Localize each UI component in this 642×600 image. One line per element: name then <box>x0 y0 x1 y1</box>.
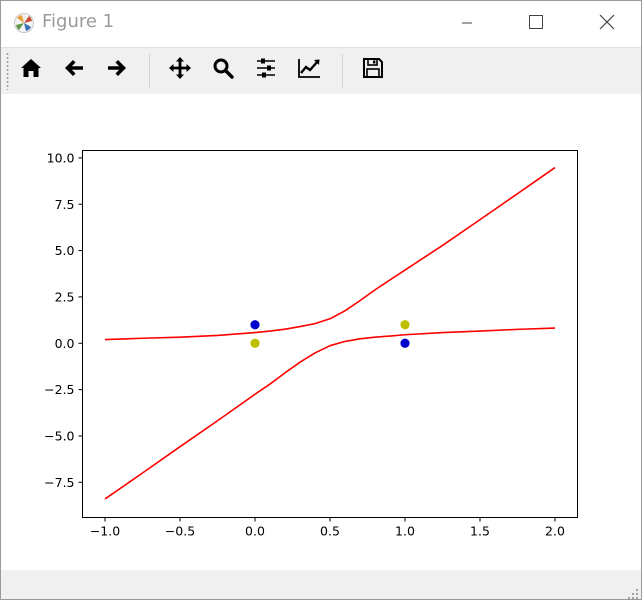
back-button[interactable] <box>59 55 89 85</box>
y-tick-label: 10.0 <box>47 150 75 165</box>
y-tick-label: −2.5 <box>44 382 74 397</box>
y-tick-label: 7.5 <box>55 197 75 212</box>
plot-svg[interactable]: −1.0 −0.5 0.0 0.5 1.0 1.5 2.0 −7.5 −5.0 −2.5 0.0 2… <box>1 94 641 570</box>
x-tick-label: 0.0 <box>245 524 265 539</box>
forward-button[interactable] <box>102 55 132 85</box>
toolbar-separator <box>342 54 343 88</box>
x-tick-label: 0.5 <box>320 524 340 539</box>
axes-edit-button[interactable] <box>294 55 324 85</box>
figure-window: Figure 1 −1.0 −0.5 0.0 0.5 1.0 1.5 2.0 −… <box>0 0 642 600</box>
toolbar-separator <box>149 54 150 88</box>
line-chart-icon <box>297 57 321 83</box>
scatter-point-3-1 <box>400 320 410 330</box>
maximize-icon <box>529 14 543 33</box>
scatter-point-3-0 <box>250 338 260 348</box>
arrow-left-icon <box>63 57 85 83</box>
title-bar[interactable]: Figure 1 <box>1 1 641 46</box>
save-button[interactable] <box>358 55 388 85</box>
minimize-icon <box>461 14 473 33</box>
y-tick-label: −7.5 <box>44 475 74 490</box>
scatter-point-2-0 <box>250 320 260 330</box>
minimize-button[interactable] <box>444 1 490 46</box>
y-tick-label: −5.0 <box>44 428 74 443</box>
navigation-toolbar <box>1 47 641 96</box>
magnifier-icon <box>212 57 234 83</box>
subplots-button[interactable] <box>251 55 281 85</box>
figure-canvas[interactable]: −1.0 −0.5 0.0 0.5 1.0 1.5 2.0 −7.5 −5.0 −2.5 0.0 2… <box>1 94 641 570</box>
matplotlib-logo-icon <box>13 12 35 34</box>
x-tick-label: 1.5 <box>470 524 490 539</box>
sliders-icon <box>255 57 277 83</box>
maximize-button[interactable] <box>513 1 559 46</box>
x-tick-label: −1.0 <box>90 524 120 539</box>
x-tick-label: −0.5 <box>165 524 195 539</box>
toolbar-grip[interactable] <box>6 52 9 90</box>
y-tick-label: 5.0 <box>55 243 75 258</box>
status-bar <box>1 570 641 599</box>
pan-button[interactable] <box>165 55 195 85</box>
resize-grip-icon[interactable] <box>627 585 639 599</box>
y-axis: −7.5 −5.0 −2.5 0.0 2.5 5.0 7.5 10.0 <box>44 150 83 490</box>
move-icon <box>168 56 192 84</box>
window-title: Figure 1 <box>42 11 115 32</box>
y-tick-label: 0.0 <box>55 336 75 351</box>
home-button[interactable] <box>16 55 46 85</box>
close-icon <box>599 14 615 34</box>
close-button[interactable] <box>584 1 630 46</box>
x-tick-label: 2.0 <box>545 524 565 539</box>
arrow-right-icon <box>106 57 128 83</box>
scatter-point-2-1 <box>400 338 410 348</box>
zoom-button[interactable] <box>208 55 238 85</box>
floppy-disk-icon <box>362 57 384 83</box>
y-tick-label: 2.5 <box>55 289 75 304</box>
x-tick-label: 1.0 <box>395 524 415 539</box>
x-axis: −1.0 −0.5 0.0 0.5 1.0 1.5 2.0 <box>90 517 565 539</box>
home-icon <box>20 57 42 83</box>
